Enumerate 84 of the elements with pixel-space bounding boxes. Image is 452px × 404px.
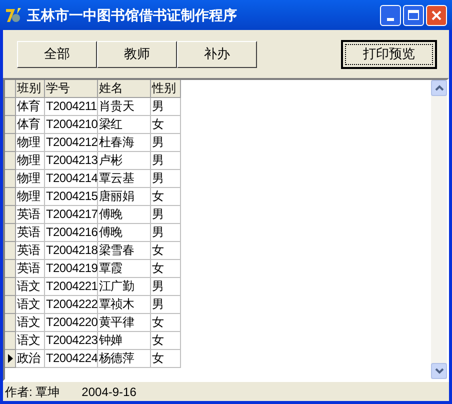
table-cell: 物理 bbox=[16, 134, 45, 152]
table-cell: 女 bbox=[151, 242, 181, 260]
table-cell: T2004224 bbox=[45, 350, 98, 368]
table-cell: 卢彬 bbox=[98, 152, 151, 170]
table-cell: 男 bbox=[151, 296, 181, 314]
table-cell: 肖贵天 bbox=[98, 98, 151, 116]
scroll-down-button[interactable] bbox=[431, 363, 447, 379]
table-cell: 男 bbox=[151, 224, 181, 242]
table-cell: 物理 bbox=[16, 152, 45, 170]
table-cell: 语文 bbox=[16, 332, 45, 350]
table-cell: 梁雪春 bbox=[98, 242, 151, 260]
table-cell: T2004212 bbox=[45, 134, 98, 152]
column-header[interactable]: 姓名 bbox=[98, 80, 151, 98]
table-cell: 梁红 bbox=[98, 116, 151, 134]
filter-button[interactable]: 全部 bbox=[17, 40, 97, 68]
app-logo-icon bbox=[5, 6, 23, 24]
table-cell: 覃云基 bbox=[98, 170, 151, 188]
table-cell: T2004221 bbox=[45, 278, 98, 296]
table-cell: T2004217 bbox=[45, 206, 98, 224]
table-cell: 女 bbox=[151, 350, 181, 368]
table-cell: T2004213 bbox=[45, 152, 98, 170]
table-cell: 英语 bbox=[16, 224, 45, 242]
table-cell: 女 bbox=[151, 314, 181, 332]
table-cell: 唐丽娟 bbox=[98, 188, 151, 206]
grid-corner bbox=[5, 80, 16, 98]
table-cell: T2004222 bbox=[45, 296, 98, 314]
table-cell: T2004223 bbox=[45, 332, 98, 350]
date-label: 2004-9-16 bbox=[82, 384, 136, 400]
close-icon bbox=[431, 10, 442, 20]
table-cell: 黄平律 bbox=[98, 314, 151, 332]
table-cell: 语文 bbox=[16, 278, 45, 296]
table-cell: T2004211 bbox=[45, 98, 98, 116]
table-cell: 英语 bbox=[16, 206, 45, 224]
table-cell: 女 bbox=[151, 188, 181, 206]
minimize-icon bbox=[387, 18, 394, 20]
table-cell: 覃祯木 bbox=[98, 296, 151, 314]
table-cell: 傅晚 bbox=[98, 224, 151, 242]
table-cell: 傅晚 bbox=[98, 206, 151, 224]
table-cell: T2004220 bbox=[45, 314, 98, 332]
table-cell: 钟婵 bbox=[98, 332, 151, 350]
scroll-up-button[interactable] bbox=[431, 80, 447, 96]
table-cell: 杜春海 bbox=[98, 134, 151, 152]
table-cell: 男 bbox=[151, 98, 181, 116]
filter-button[interactable]: 教师 bbox=[97, 40, 177, 68]
table-cell: 物理 bbox=[16, 170, 45, 188]
maximize-button[interactable] bbox=[403, 4, 424, 26]
table-cell: 体育 bbox=[16, 98, 45, 116]
window-title: 玉林市一中图书馆借书证制作程序 bbox=[27, 6, 238, 24]
table-cell: 女 bbox=[151, 116, 181, 134]
table-cell: 男 bbox=[151, 206, 181, 224]
vertical-scrollbar[interactable] bbox=[431, 80, 447, 379]
table-cell: 物理 bbox=[16, 188, 45, 206]
close-button[interactable] bbox=[426, 4, 447, 26]
table-cell: 女 bbox=[151, 332, 181, 350]
current-row-arrow-icon bbox=[8, 354, 12, 363]
table-cell: T2004214 bbox=[45, 170, 98, 188]
table-cell: T2004216 bbox=[45, 224, 98, 242]
table-cell: 男 bbox=[151, 170, 181, 188]
filter-button[interactable]: 补办 bbox=[177, 40, 257, 68]
table-cell: 男 bbox=[151, 278, 181, 296]
table-cell: 覃霞 bbox=[98, 260, 151, 278]
table-cell: 女 bbox=[151, 260, 181, 278]
table-cell: T2004210 bbox=[45, 116, 98, 134]
column-header[interactable]: 学号 bbox=[45, 80, 98, 98]
table-cell: 英语 bbox=[16, 260, 45, 278]
maximize-icon bbox=[408, 10, 419, 20]
row-selector[interactable] bbox=[5, 350, 16, 368]
table-cell: 英语 bbox=[16, 242, 45, 260]
table-cell: T2004218 bbox=[45, 242, 98, 260]
table-cell: 语文 bbox=[16, 296, 45, 314]
column-header[interactable]: 班别 bbox=[16, 80, 45, 98]
table-cell: 杨德萍 bbox=[98, 350, 151, 368]
table-cell: 男 bbox=[151, 134, 181, 152]
table-cell: 语文 bbox=[16, 314, 45, 332]
table-cell: 江广勤 bbox=[98, 278, 151, 296]
table-cell: T2004215 bbox=[45, 188, 98, 206]
table-cell: 男 bbox=[151, 152, 181, 170]
minimize-button[interactable] bbox=[380, 4, 401, 26]
table-cell: 体育 bbox=[16, 116, 45, 134]
column-header[interactable]: 性别 bbox=[151, 80, 181, 98]
author-label: 作者: 覃坤 bbox=[5, 384, 60, 400]
table-cell: T2004219 bbox=[45, 260, 98, 278]
table-cell: 政治 bbox=[16, 350, 45, 368]
print-preview-button[interactable]: 打印预览 bbox=[341, 40, 437, 68]
